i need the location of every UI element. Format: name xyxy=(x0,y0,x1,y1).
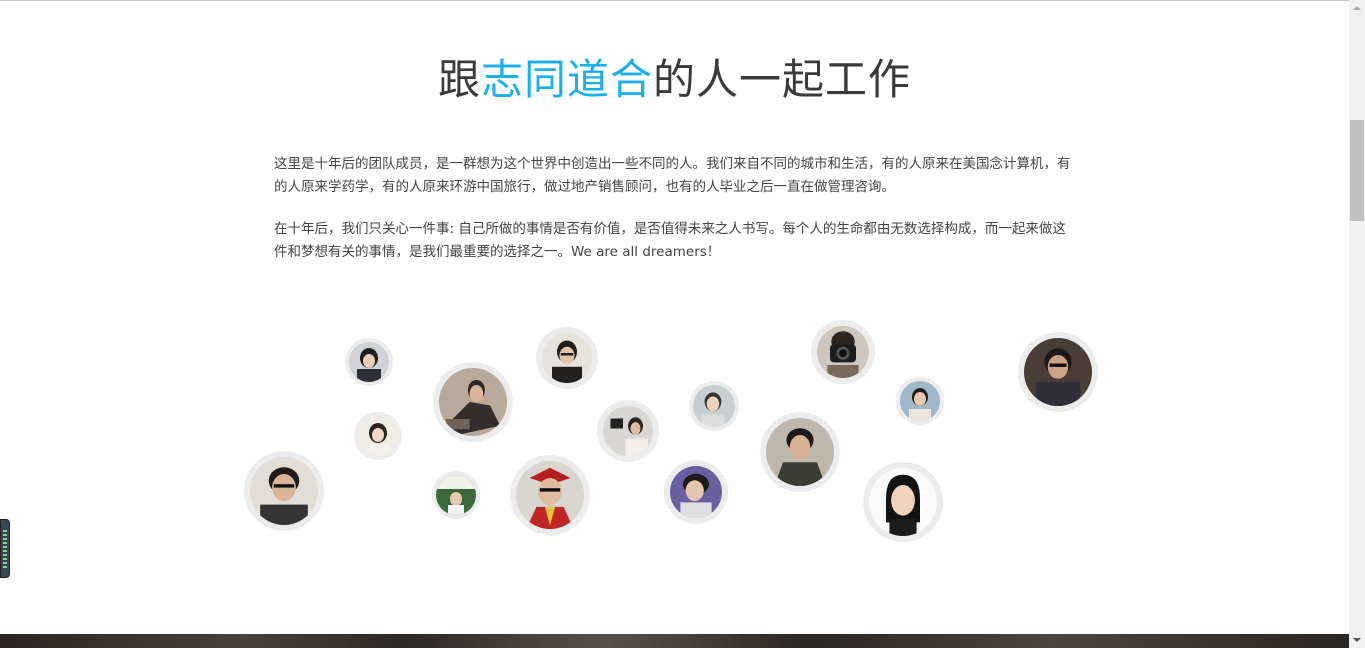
scrollbar-thumb[interactable] xyxy=(1350,120,1364,221)
next-section-banner xyxy=(0,634,1349,648)
team-member-avatar[interactable] xyxy=(536,327,598,389)
team-member-avatar[interactable] xyxy=(597,400,659,462)
member-photo xyxy=(603,406,653,456)
member-photo xyxy=(817,326,869,378)
team-member-avatar[interactable] xyxy=(1018,332,1098,412)
team-intro: 这里是十年后的团队成员，是一群想为这个世界中创造出一些不同的人。我们来自不同的城… xyxy=(274,153,1074,283)
member-photo xyxy=(542,333,592,383)
team-member-avatar[interactable] xyxy=(689,381,739,431)
team-member-avatar[interactable] xyxy=(664,460,728,524)
member-photo xyxy=(1024,338,1092,406)
side-floating-widget[interactable] xyxy=(0,519,10,578)
team-member-avatar[interactable] xyxy=(863,462,943,542)
title-suffix: 的人一起工作 xyxy=(653,55,912,104)
team-member-avatar[interactable] xyxy=(896,377,944,425)
member-photo xyxy=(900,381,940,421)
team-member-avatar[interactable] xyxy=(345,338,393,386)
member-photo xyxy=(436,475,476,515)
scroll-up-arrow-icon[interactable] xyxy=(1349,0,1365,16)
team-member-avatar[interactable] xyxy=(244,451,324,531)
team-member-avatar[interactable] xyxy=(510,455,590,535)
intro-paragraph-2: 在十年后，我们只关心一件事: 自己所做的事情是否有价值，是否值得未来之人书写。每… xyxy=(274,221,1066,260)
team-member-avatar[interactable] xyxy=(760,412,840,492)
page-title: 跟志同道合的人一起工作 xyxy=(0,46,1349,107)
intro-paragraph-1: 这里是十年后的团队成员，是一群想为这个世界中创造出一些不同的人。我们来自不同的城… xyxy=(274,156,1071,195)
title-prefix: 跟 xyxy=(437,55,481,104)
team-member-avatar[interactable] xyxy=(433,362,513,442)
vertical-scrollbar[interactable] xyxy=(1349,0,1365,648)
member-photo xyxy=(439,368,507,436)
team-member-avatar[interactable] xyxy=(811,320,875,384)
member-photo xyxy=(358,416,398,456)
member-photo xyxy=(766,418,834,486)
member-photo xyxy=(349,342,389,382)
team-member-avatar[interactable] xyxy=(354,412,402,460)
team-member-avatar[interactable] xyxy=(432,471,480,519)
member-photo xyxy=(693,385,735,427)
equalizer-icon xyxy=(3,530,7,570)
title-highlight: 志同道合 xyxy=(480,55,653,104)
scroll-down-arrow-icon[interactable] xyxy=(1349,632,1365,648)
member-photo xyxy=(869,468,937,536)
team-section: 跟志同道合的人一起工作 这里是十年后的团队成员，是一群想为这个世界中创造出一些不… xyxy=(0,0,1349,634)
member-photo xyxy=(670,466,722,518)
member-photo xyxy=(516,461,584,529)
member-photo xyxy=(250,457,318,525)
